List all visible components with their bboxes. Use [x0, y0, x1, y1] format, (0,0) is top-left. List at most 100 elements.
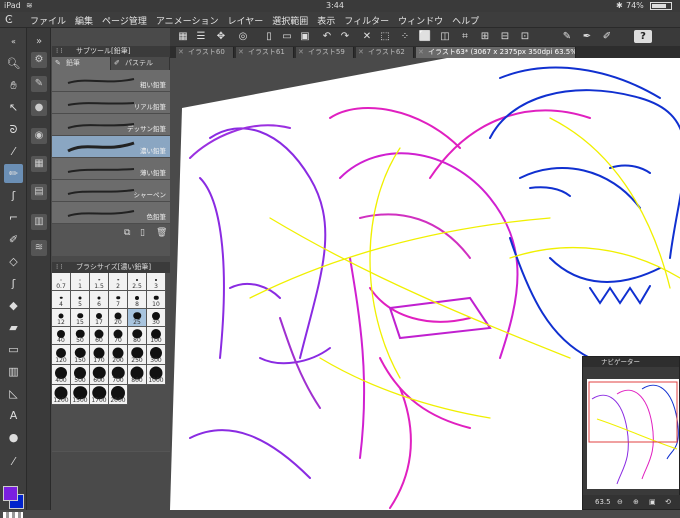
new-subtool-icon[interactable]: ▯ [140, 228, 145, 238]
brush-size-cell[interactable]: 8 [128, 291, 147, 309]
brush-item[interactable]: デッサン鉛筆 [52, 114, 170, 136]
brush-size-cell[interactable]: 100 [147, 327, 166, 345]
hand-icon[interactable]: ✋︎ [4, 76, 23, 95]
brush-tool-icon[interactable]: ʃ [4, 186, 23, 205]
collapse-icon[interactable]: » [31, 34, 47, 50]
brush-size-cell[interactable]: 3 [147, 273, 166, 291]
menu-item[interactable]: レイヤー [228, 14, 264, 27]
airbrush-icon[interactable]: ⌐ [4, 208, 23, 227]
help-button[interactable]: ? [634, 30, 652, 43]
brush-size-cell[interactable]: 500 [71, 365, 90, 385]
collapse-icon[interactable]: « [4, 32, 23, 51]
ruler-icon[interactable]: ⊡ [518, 30, 532, 43]
new-file-icon[interactable]: ▯ [262, 30, 276, 43]
brush-size-cell[interactable]: 600 [90, 365, 109, 385]
brush-size-cell[interactable]: 20 [109, 309, 128, 327]
main-color-swatch[interactable] [3, 486, 18, 501]
brush-size-cell[interactable]: 170 [90, 345, 109, 365]
menu-item[interactable]: 選択範囲 [272, 14, 308, 27]
open-folder-icon[interactable]: ▭ [280, 30, 294, 43]
brush-item[interactable]: シャーペン [52, 180, 170, 202]
menu-item[interactable]: ヘルプ [452, 14, 479, 27]
brush-size-cell[interactable]: 80 [128, 327, 147, 345]
pencil-icon[interactable]: ✏︎ [4, 164, 23, 183]
operation-icon[interactable]: ↖ [4, 98, 23, 117]
close-icon[interactable]: ✕ [298, 47, 304, 58]
snap-icon[interactable]: ⊞ [478, 30, 492, 43]
brush-size-cell[interactable]: 5 [71, 291, 90, 309]
brush-size-cell[interactable]: 800 [128, 365, 147, 385]
brush-size-cell[interactable]: 1200 [52, 385, 71, 405]
trash-icon[interactable]: 🗑︎ [156, 228, 167, 238]
move-icon[interactable]: ✥ [214, 30, 228, 43]
duplicate-icon[interactable]: ⧉ [124, 228, 130, 238]
hamburger-icon[interactable]: ☰ [194, 30, 208, 43]
document-tab[interactable]: ✕ イラスト60 [176, 47, 234, 58]
brush-size-cell[interactable]: 250 [128, 345, 147, 365]
brush-size-cell[interactable]: 1.5 [90, 273, 109, 291]
pen-blue-icon[interactable]: ✎ [560, 30, 574, 43]
brush-size-cell[interactable]: 1500 [71, 385, 90, 405]
color-wheel-icon[interactable]: ◉ [31, 128, 47, 144]
brush-size-cell[interactable]: 700 [109, 365, 128, 385]
fill-icon[interactable]: ◆ [4, 296, 23, 315]
redo-icon[interactable]: ↷ [338, 30, 352, 43]
brush-size-cell[interactable]: 60 [90, 327, 109, 345]
close-icon[interactable]: ✕ [178, 47, 184, 58]
brush-size-cell[interactable]: 30 [147, 309, 166, 327]
brush-item[interactable]: 粗い鉛筆 [52, 70, 170, 92]
layer-panel-icon[interactable]: ▤ [31, 184, 47, 200]
navigator-preview[interactable] [587, 379, 679, 489]
undo-icon[interactable]: ↶ [320, 30, 334, 43]
spiral-icon[interactable]: ◎ [236, 30, 250, 43]
brush-size-cell[interactable]: 70 [109, 327, 128, 345]
brush-size-cell[interactable]: 4 [52, 291, 71, 309]
tab-pencil[interactable]: ✎ 鉛筆 [52, 57, 111, 70]
erase-selection-icon[interactable]: ✕ [360, 30, 374, 43]
brush-size-cell[interactable]: 25 [128, 309, 147, 327]
transform-icon[interactable]: ⌗ [458, 30, 472, 43]
grid-icon[interactable]: ▦ [176, 30, 190, 43]
transparent-color-swatch[interactable] [3, 512, 23, 518]
brush-size-cell[interactable]: 1000 [147, 365, 166, 385]
close-icon[interactable]: ✕ [418, 47, 424, 58]
snap-line-icon[interactable]: ⊟ [498, 30, 512, 43]
blend-icon[interactable]: ʃ [4, 274, 23, 293]
balloon-icon[interactable]: ● [4, 428, 23, 447]
menu-item[interactable]: ページ管理 [102, 14, 147, 27]
menu-item[interactable]: 表示 [317, 14, 335, 27]
material-icon[interactable]: ▥ [31, 214, 47, 230]
crop-icon[interactable]: ⬚ [378, 30, 392, 43]
deselect-icon[interactable]: ⬜ [418, 30, 432, 43]
brush-size-cell[interactable]: 6 [90, 291, 109, 309]
brush-size-cell[interactable]: 12 [52, 309, 71, 327]
brush-size-cell[interactable]: 400 [52, 365, 71, 385]
document-tab[interactable]: ✕ イラスト61 [236, 47, 294, 58]
brush-item[interactable]: 濃い鉛筆 [52, 136, 170, 158]
gradient-icon[interactable]: ▰ [4, 318, 23, 337]
brush-size-cell[interactable]: 2 [109, 273, 128, 291]
grip-icon[interactable]: ⁞ ⁞ [56, 262, 63, 273]
brush-size-cell[interactable]: 2.5 [128, 273, 147, 291]
layers-stack-icon[interactable]: ≋ [31, 240, 47, 256]
brush-item[interactable]: リアル鉛筆 [52, 92, 170, 114]
brush-size-cell[interactable]: 50 [71, 327, 90, 345]
document-tab[interactable]: ✕ イラスト62 [356, 47, 414, 58]
tool-property-icon[interactable]: ✎ [31, 76, 47, 92]
fit-icon[interactable]: ▣ [649, 495, 656, 509]
grip-icon[interactable]: ⁞ ⁞ [56, 46, 63, 57]
decoration-icon[interactable]: ✐ [4, 230, 23, 249]
ruler-tool-icon[interactable]: ◺ [4, 384, 23, 403]
menu-item[interactable]: アニメーション [156, 14, 219, 27]
subtool-panel-icon[interactable]: ⚙ [31, 52, 47, 68]
lasso-icon[interactable]: ᘐ [4, 120, 23, 139]
brush-size-cell[interactable]: 300 [147, 345, 166, 365]
zoom-out-icon[interactable]: ⊖ [617, 495, 623, 509]
close-icon[interactable]: ✕ [238, 47, 244, 58]
brush-size-cell[interactable]: 40 [52, 327, 71, 345]
eraser-icon[interactable]: ◇ [4, 252, 23, 271]
brush-size-cell[interactable]: 17 [90, 309, 109, 327]
menu-item[interactable]: フィルター [344, 14, 389, 27]
text-icon[interactable]: A [4, 406, 23, 425]
brush-size-cell[interactable]: 7 [109, 291, 128, 309]
